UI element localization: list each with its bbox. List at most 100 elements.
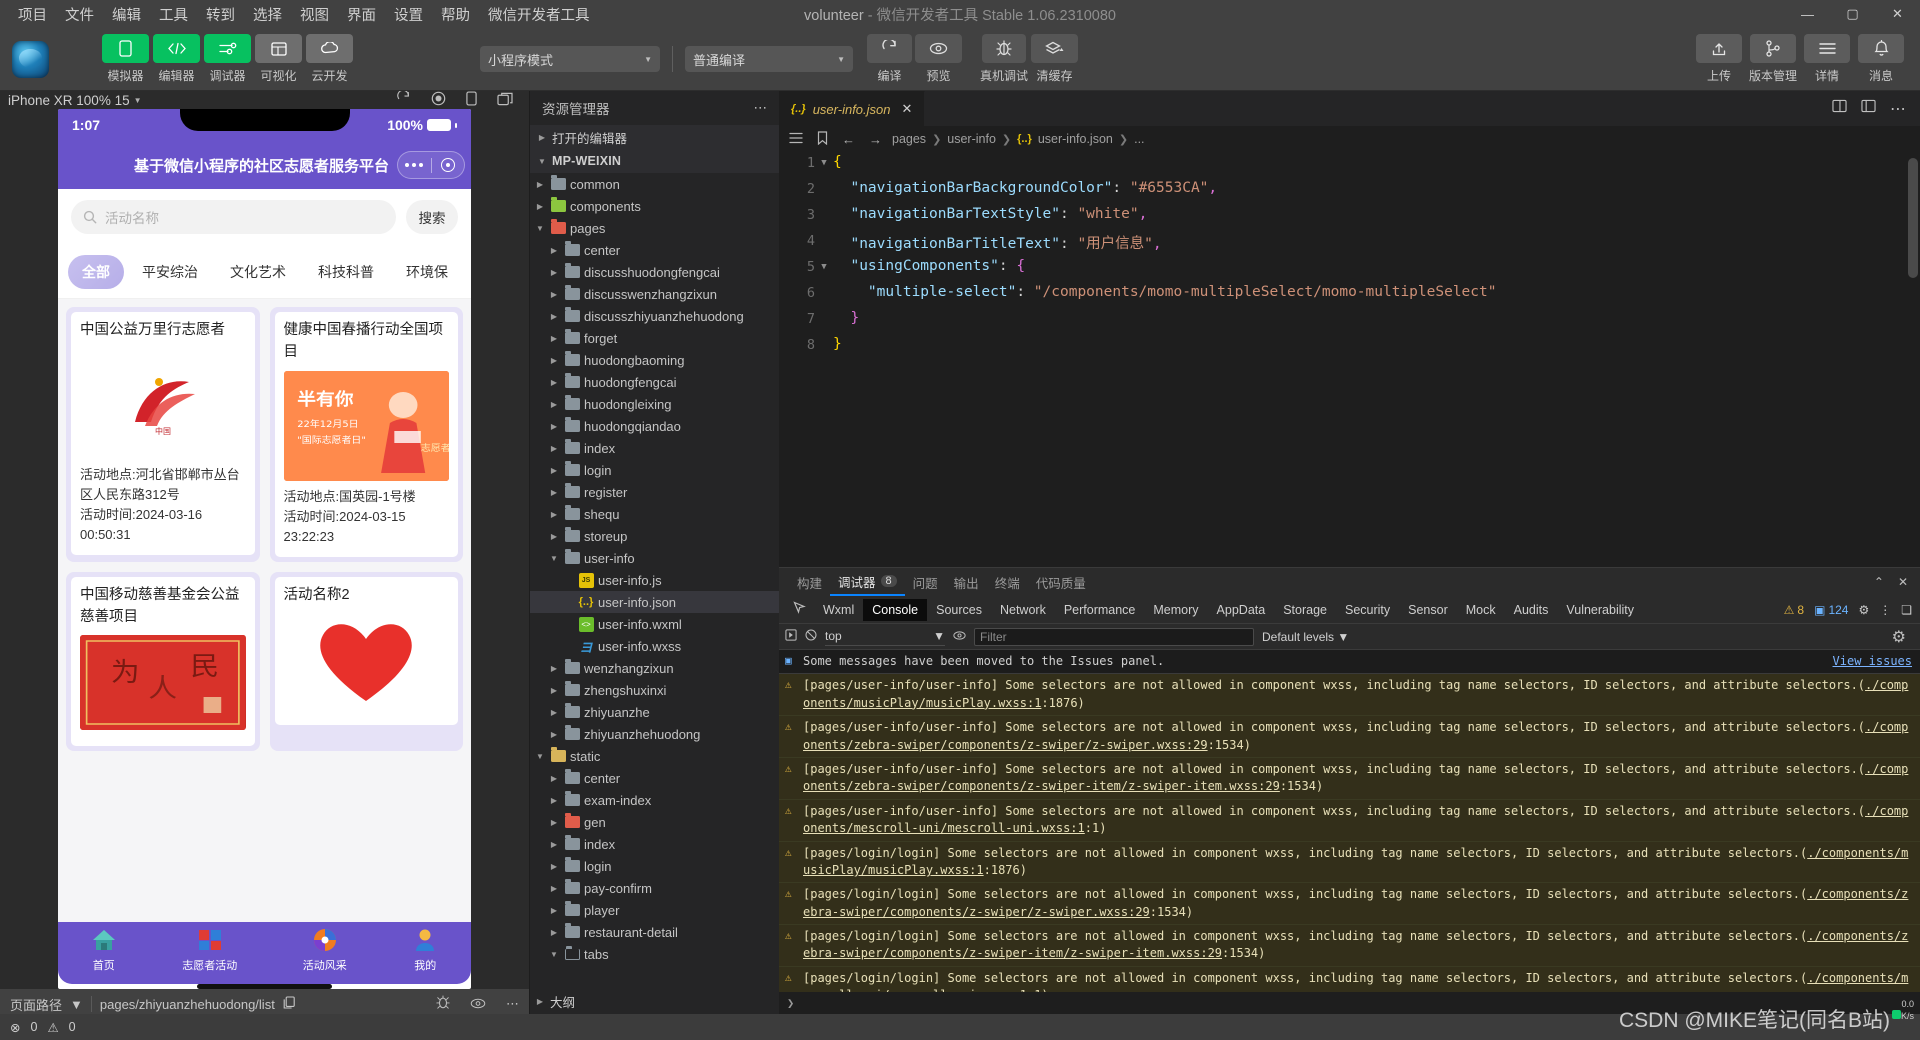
tree-item[interactable]: ▶ storeup [530, 525, 779, 547]
tree-item[interactable]: ▶ wenzhangzixun [530, 657, 779, 679]
eye-icon[interactable] [953, 629, 966, 644]
details-button[interactable]: 详情 [1802, 34, 1852, 84]
category-tab-4[interactable]: 环境保 [392, 255, 462, 289]
category-tab-2[interactable]: 文化艺术 [216, 255, 300, 289]
real-device-debug-button[interactable]: 真机调试 [980, 34, 1028, 84]
category-tab-all[interactable]: 全部 [68, 254, 124, 289]
tree-item[interactable]: ▶ center [530, 767, 779, 789]
console-levels-select[interactable]: Default levels ▼ [1262, 630, 1349, 644]
code-line[interactable]: 2 "navigationBarBackgroundColor": "#6553… [779, 178, 1920, 204]
breadcrumb-item-more[interactable]: ... [1134, 132, 1144, 146]
nav-back-icon[interactable]: ← [838, 132, 859, 147]
tree-item[interactable]: ▼ static [530, 745, 779, 767]
tree-item[interactable]: ▼ tabs [530, 943, 779, 965]
devtools-tab-sources[interactable]: Sources [927, 599, 991, 621]
compile-select[interactable]: 普通编译 ▼ [685, 46, 853, 72]
menu-item-file[interactable]: 文件 [56, 1, 103, 28]
outline-section[interactable]: ▶ 大纲 [530, 988, 779, 1014]
tree-item[interactable]: ▶ shequ [530, 503, 779, 525]
category-tab-3[interactable]: 科技科普 [304, 255, 388, 289]
code-line[interactable]: 6 "multiple-select": "/components/momo-m… [779, 282, 1920, 308]
tree-item[interactable]: ▼ pages [530, 217, 779, 239]
tree-item[interactable]: ▶ zhiyuanzhehuodong [530, 723, 779, 745]
devtools-tab-performance[interactable]: Performance [1055, 599, 1145, 621]
console-message[interactable]: ⚠ [pages/login/login] Some selectors are … [779, 841, 1920, 884]
nav-forward-icon[interactable]: → [865, 132, 886, 147]
dock-icon[interactable]: ❏ [1901, 603, 1912, 617]
more-icon[interactable]: ⋯ [1890, 99, 1906, 119]
tree-item[interactable]: ▶ gen [530, 811, 779, 833]
close-icon[interactable]: ✕ [902, 101, 913, 117]
visual-toggle-button[interactable]: 可视化 [255, 34, 302, 84]
tree-item[interactable]: ▶ center [530, 239, 779, 261]
tree-item[interactable]: JS user-info.js [530, 569, 779, 591]
tree-item[interactable]: <> user-info.wxml [530, 613, 779, 635]
console-message[interactable]: ⚠ [pages/login/login] Some selectors are … [779, 925, 1920, 967]
messages-button[interactable]: 消息 [1856, 34, 1906, 84]
devtools-tab-sensor[interactable]: Sensor [1399, 599, 1457, 621]
error-icon[interactable]: ⊗ [10, 1020, 20, 1035]
search-input[interactable]: 活动名称 [71, 200, 396, 234]
ellipsis-icon[interactable]: ⋯ [754, 100, 768, 116]
bookmark-icon[interactable] [813, 130, 832, 148]
more-icon[interactable] [398, 163, 431, 167]
tree-item[interactable]: ▶ common [530, 173, 779, 195]
split-icon[interactable] [497, 92, 513, 109]
warning-count-chip[interactable]: ⚠ 8 [1784, 603, 1804, 617]
tabbar-item-showcase[interactable]: 活动风采 [303, 928, 347, 973]
menu-item-devtools[interactable]: 微信开发者工具 [479, 1, 599, 28]
close-target-icon[interactable] [432, 158, 465, 172]
copy-icon[interactable] [283, 996, 295, 1012]
code-line[interactable]: 1 ▼{ [779, 152, 1920, 178]
devtools-tab-vulnerability[interactable]: Vulnerability [1557, 599, 1643, 621]
breadcrumb-item-pages[interactable]: pages [892, 132, 926, 146]
menu-item-view[interactable]: 视图 [291, 1, 338, 28]
fold-toggle-icon[interactable]: ▼ [815, 152, 833, 168]
activity-card[interactable]: 中国公益万里行志愿者 中国 活动地点:河北省邯郸市丛台区人民东路312号 活动时… [66, 307, 260, 562]
tree-item[interactable]: ▶ discusszhiyuanzhehuodong [530, 305, 779, 327]
wechat-capsule[interactable] [397, 151, 465, 179]
tree-item[interactable]: ▶ register [530, 481, 779, 503]
kebab-icon[interactable]: ⋮ [1879, 603, 1891, 617]
debugger-toggle-button[interactable]: 调试器 [204, 34, 251, 84]
console-message[interactable]: ⚠ [pages/login/login] Some selectors are … [779, 883, 1920, 926]
tree-item[interactable]: ▶ login [530, 855, 779, 877]
editor-tab-user-info-json[interactable]: {..} user-info.json ✕ [779, 91, 926, 126]
tree-item[interactable]: ▶ discusswenzhangzixun [530, 283, 779, 305]
panel-tab-problems[interactable]: 问题 [905, 568, 946, 596]
fold-toggle-icon[interactable] [815, 204, 833, 210]
code-editor[interactable]: 1 ▼{2 "navigationBarBackgroundColor": "#6… [779, 152, 1920, 567]
console-message-list[interactable]: ▣ Some messages have been moved to the Is… [779, 650, 1920, 992]
code-line[interactable]: 8} [779, 334, 1920, 360]
panel-tab-output[interactable]: 输出 [946, 568, 987, 596]
breadcrumb-item-file[interactable]: user-info.json [1038, 132, 1113, 146]
console-message[interactable]: ▣ Some messages have been moved to the Is… [779, 650, 1920, 675]
activity-card[interactable]: 活动名称2 [269, 571, 463, 752]
chevron-down-icon[interactable]: ▼ [70, 997, 83, 1012]
devtools-tab-appdata[interactable]: AppData [1208, 599, 1275, 621]
menu-item-help[interactable]: 帮助 [432, 1, 479, 28]
compile-button[interactable]: 编译 [867, 34, 912, 84]
gear-icon[interactable]: ⚙ [1858, 603, 1869, 617]
view-issues-link[interactable]: View issues [1833, 653, 1912, 670]
tree-item[interactable]: ▶ discusshuodongfengcai [530, 261, 779, 283]
tree-item[interactable]: ▶ zhiyuanzhe [530, 701, 779, 723]
file-tree[interactable]: ▶ common ▶ components ▼ pages ▶ center ▶ discussh… [530, 173, 779, 988]
tree-item[interactable]: ▶ forget [530, 327, 779, 349]
code-line[interactable]: 5 ▼ "usingComponents": { [779, 256, 1920, 282]
tree-item[interactable]: ▶ index [530, 833, 779, 855]
tree-item[interactable]: ▶ restaurant-detail [530, 921, 779, 943]
inspect-icon[interactable] [785, 600, 814, 619]
cloud-toggle-button[interactable]: 云开发 [306, 34, 353, 84]
console-message[interactable]: ⚠ [pages/user-info/user-info] Some select… [779, 716, 1920, 758]
code-line[interactable]: 7 } [779, 308, 1920, 334]
device-selector[interactable]: iPhone XR 100% 15 ▼ [8, 93, 142, 108]
panel-tab-terminal[interactable]: 终端 [987, 568, 1028, 596]
tabbar-item-mine[interactable]: 我的 [412, 928, 438, 973]
tree-item[interactable]: ▶ exam-index [530, 789, 779, 811]
panel-tab-quality[interactable]: 代码质量 [1028, 568, 1094, 596]
layout-icon[interactable] [1861, 99, 1876, 118]
menu-item-goto[interactable]: 转到 [197, 1, 244, 28]
project-section[interactable]: ▼ MP-WEIXIN [530, 149, 779, 173]
console-message[interactable]: ⚠ [pages/user-info/user-info] Some select… [779, 674, 1920, 717]
